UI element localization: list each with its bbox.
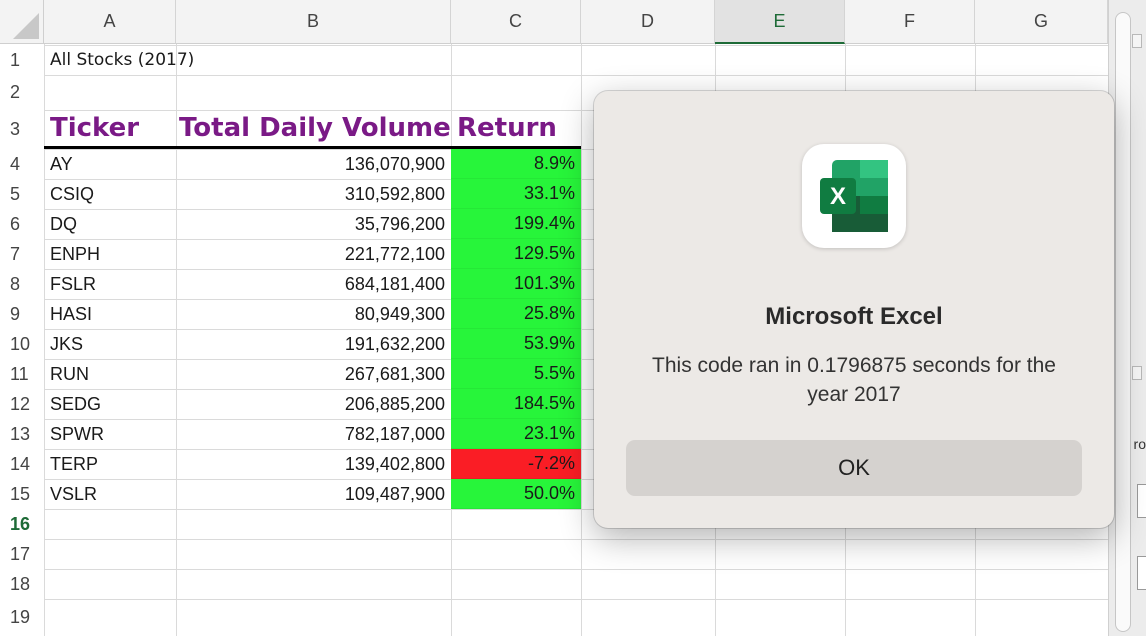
volume-cell[interactable]: 191,632,200 xyxy=(176,329,451,359)
volume-cell[interactable]: 310,592,800 xyxy=(176,179,451,209)
row-header-1[interactable]: 1 xyxy=(0,45,44,75)
select-all-triangle xyxy=(13,13,39,39)
row-header-6[interactable]: 6 xyxy=(0,209,44,239)
volume-cell[interactable]: 206,885,200 xyxy=(176,389,451,419)
column-header-c[interactable]: C xyxy=(451,0,581,44)
scrollbar-thumb[interactable] xyxy=(1115,12,1131,632)
column-header-d[interactable]: D xyxy=(581,0,715,44)
row-header-10[interactable]: 10 xyxy=(0,329,44,359)
column-header-a[interactable]: A xyxy=(44,0,176,44)
row-header-17[interactable]: 17 xyxy=(0,539,44,569)
ticker-cell[interactable]: SEDG xyxy=(44,389,176,419)
return-cell[interactable]: 25.8% xyxy=(451,299,581,329)
grid-line xyxy=(581,44,582,636)
sheet-title-cell[interactable]: All Stocks (2017) xyxy=(44,45,344,75)
return-cell[interactable]: 33.1% xyxy=(451,179,581,209)
select-all-corner[interactable] xyxy=(0,0,44,44)
grid-line xyxy=(44,569,1146,570)
alert-dialog: X Microsoft Excel This code ran in 0.179… xyxy=(594,91,1114,528)
ticker-cell[interactable]: HASI xyxy=(44,299,176,329)
row-header-3[interactable]: 3 xyxy=(0,110,44,149)
grid-line xyxy=(44,75,1146,76)
return-cell[interactable]: 23.1% xyxy=(451,419,581,449)
volume-cell[interactable]: 782,187,000 xyxy=(176,419,451,449)
row-header-8[interactable]: 8 xyxy=(0,269,44,299)
row-header-4[interactable]: 4 xyxy=(0,149,44,179)
row-header-14[interactable]: 14 xyxy=(0,449,44,479)
return-cell[interactable]: -7.2% xyxy=(451,449,581,479)
return-cell[interactable]: 129.5% xyxy=(451,239,581,269)
volume-cell[interactable]: 221,772,100 xyxy=(176,239,451,269)
return-cell[interactable]: 53.9% xyxy=(451,329,581,359)
header-return[interactable]: Return xyxy=(451,110,581,146)
grid-line xyxy=(44,539,1146,540)
row-header-12[interactable]: 12 xyxy=(0,389,44,419)
svg-text:X: X xyxy=(830,183,846,210)
header-ticker[interactable]: Ticker xyxy=(44,110,176,146)
side-panel-field[interactable] xyxy=(1137,484,1146,518)
row-header-18[interactable]: 18 xyxy=(0,569,44,599)
excel-logo-icon: X xyxy=(820,160,888,232)
header-total-daily-volume[interactable]: Total Daily Volume xyxy=(176,110,451,146)
ticker-cell[interactable]: FSLR xyxy=(44,269,176,299)
ticker-cell[interactable]: JKS xyxy=(44,329,176,359)
volume-cell[interactable]: 109,487,900 xyxy=(176,479,451,509)
side-toggle-icon[interactable] xyxy=(1132,34,1142,48)
volume-cell[interactable]: 139,402,800 xyxy=(176,449,451,479)
column-header-b[interactable]: B xyxy=(176,0,451,44)
row-header-11[interactable]: 11 xyxy=(0,359,44,389)
row-header-2[interactable]: 2 xyxy=(0,75,44,110)
collapse-arrow-icon[interactable] xyxy=(1132,366,1142,380)
volume-cell[interactable]: 35,796,200 xyxy=(176,209,451,239)
volume-cell[interactable]: 684,181,400 xyxy=(176,269,451,299)
header-bottom-border xyxy=(44,146,581,149)
ticker-cell[interactable]: TERP xyxy=(44,449,176,479)
row-header-16[interactable]: 16 xyxy=(0,509,44,539)
ticker-cell[interactable]: RUN xyxy=(44,359,176,389)
ticker-cell[interactable]: ENPH xyxy=(44,239,176,269)
return-cell[interactable]: 184.5% xyxy=(451,389,581,419)
row-header-15[interactable]: 15 xyxy=(0,479,44,509)
row-header-9[interactable]: 9 xyxy=(0,299,44,329)
column-header-g[interactable]: G xyxy=(975,0,1108,44)
column-header-e[interactable]: E xyxy=(715,0,845,44)
return-cell[interactable]: 101.3% xyxy=(451,269,581,299)
volume-cell[interactable]: 80,949,300 xyxy=(176,299,451,329)
ticker-cell[interactable]: CSIQ xyxy=(44,179,176,209)
side-panel-label: ro xyxy=(1133,436,1146,452)
dialog-title: Microsoft Excel xyxy=(765,303,943,330)
return-cell[interactable]: 50.0% xyxy=(451,479,581,509)
side-panel-input[interactable] xyxy=(1137,556,1146,590)
dialog-message: This code ran in 0.1796875 seconds for t… xyxy=(652,354,1056,406)
row-header-19[interactable]: 19 xyxy=(0,599,44,636)
row-header-5[interactable]: 5 xyxy=(0,179,44,209)
ticker-cell[interactable]: DQ xyxy=(44,209,176,239)
volume-cell[interactable]: 267,681,300 xyxy=(176,359,451,389)
row-header-7[interactable]: 7 xyxy=(0,239,44,269)
microsoft-excel-icon: X xyxy=(802,144,906,248)
row-header-13[interactable]: 13 xyxy=(0,419,44,449)
volume-cell[interactable]: 136,070,900 xyxy=(176,149,451,179)
grid-line xyxy=(44,599,1146,600)
ok-button[interactable]: OK xyxy=(626,440,1082,496)
return-cell[interactable]: 5.5% xyxy=(451,359,581,389)
column-header-f[interactable]: F xyxy=(845,0,975,44)
return-cell[interactable]: 8.9% xyxy=(451,149,581,179)
return-cell[interactable]: 199.4% xyxy=(451,209,581,239)
ticker-cell[interactable]: VSLR xyxy=(44,479,176,509)
ticker-cell[interactable]: AY xyxy=(44,149,176,179)
ticker-cell[interactable]: SPWR xyxy=(44,419,176,449)
